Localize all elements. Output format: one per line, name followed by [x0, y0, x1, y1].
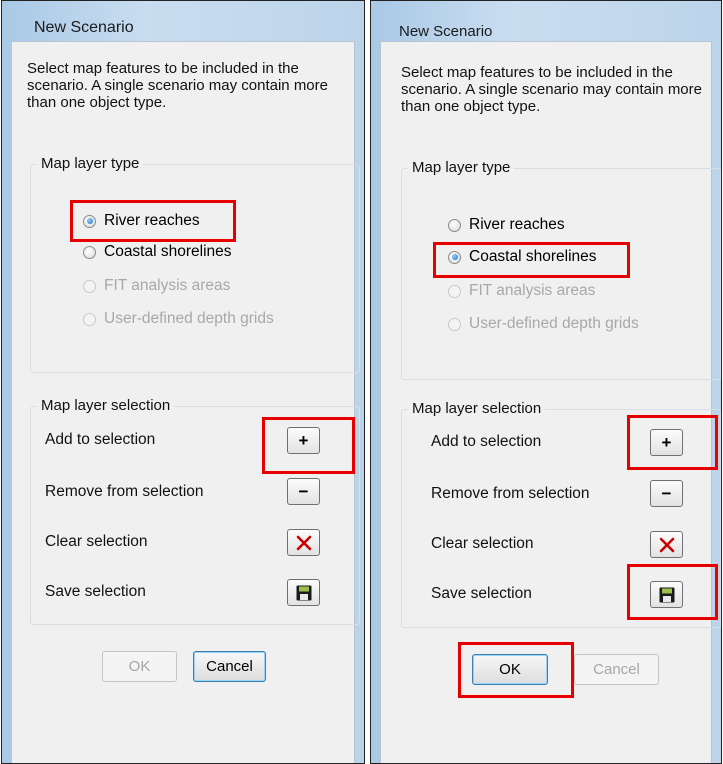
radio-label: FIT analysis areas	[104, 277, 231, 294]
highlight-box	[433, 242, 630, 278]
remove-from-selection-button[interactable]: −	[287, 478, 320, 505]
group-title: Map layer selection	[37, 397, 175, 414]
radio-label: Coastal shorelines	[104, 243, 232, 260]
clear-selection-button[interactable]	[650, 531, 683, 558]
highlight-box	[627, 564, 718, 620]
radio-button-icon	[83, 312, 96, 326]
cancel-label: Cancel	[206, 658, 253, 675]
clear-selection-label: Clear selection	[431, 535, 534, 552]
red-x-icon	[659, 537, 674, 552]
group-title: Map layer type	[408, 159, 515, 176]
minus-icon: −	[298, 482, 309, 501]
save-selection-button[interactable]	[287, 579, 320, 606]
title-bar[interactable]: New Scenario	[2, 1, 364, 41]
dialog-left: New Scenario Select map features to be i…	[1, 0, 365, 764]
group-title: Map layer type	[37, 155, 144, 172]
radio-fit-analysis-areas[interactable]: FIT analysis areas	[83, 275, 230, 297]
radio-button-icon	[448, 218, 461, 232]
clear-selection-label: Clear selection	[45, 533, 148, 550]
radio-button-icon	[448, 317, 461, 331]
group-title: Map layer selection	[408, 400, 546, 417]
highlight-box	[627, 415, 718, 470]
add-to-selection-label: Add to selection	[431, 433, 542, 450]
radio-coastal-shorelines[interactable]: Coastal shorelines	[83, 241, 232, 263]
dialog-title: New Scenario	[34, 19, 134, 36]
radio-button-icon	[83, 279, 96, 293]
radio-button-icon	[83, 245, 96, 259]
remove-from-selection-label: Remove from selection	[431, 485, 590, 502]
map-layer-type-group: Map layer type	[30, 155, 360, 373]
radio-label: User-defined depth grids	[104, 310, 274, 327]
cancel-label: Cancel	[593, 661, 640, 678]
cancel-button[interactable]: Cancel	[574, 654, 659, 685]
radio-user-defined-depth-grids[interactable]: User-defined depth grids	[83, 308, 274, 330]
radio-fit-analysis-areas[interactable]: FIT analysis areas	[448, 280, 595, 302]
red-x-icon	[296, 535, 311, 550]
ok-label: OK	[128, 658, 151, 675]
dialog-title: New Scenario	[399, 23, 493, 40]
radio-label: River reaches	[469, 216, 565, 233]
radio-river-reaches[interactable]: River reaches	[448, 214, 565, 236]
highlight-box	[262, 417, 355, 474]
clear-selection-button[interactable]	[287, 529, 320, 556]
cancel-button[interactable]: Cancel	[193, 651, 266, 682]
radio-user-defined-depth-grids[interactable]: User-defined depth grids	[448, 313, 639, 335]
remove-from-selection-label: Remove from selection	[45, 483, 204, 500]
floppy-disk-icon	[296, 585, 311, 600]
dialog-body: Select map features to be included in th…	[11, 41, 360, 763]
title-bar[interactable]: New Scenario	[371, 1, 721, 41]
radio-label: FIT analysis areas	[469, 282, 596, 299]
minus-icon: −	[661, 484, 672, 503]
description-text: Select map features to be included in th…	[27, 60, 328, 111]
remove-from-selection-button[interactable]: −	[650, 480, 683, 507]
highlight-box	[458, 642, 574, 698]
save-selection-label: Save selection	[431, 585, 532, 602]
radio-button-icon	[448, 284, 461, 298]
description-text: Select map features to be included in th…	[401, 64, 702, 115]
save-selection-label: Save selection	[45, 583, 146, 600]
highlight-box	[70, 200, 236, 242]
add-to-selection-label: Add to selection	[45, 431, 156, 448]
ok-button[interactable]: OK	[102, 651, 177, 682]
radio-label: User-defined depth grids	[469, 315, 639, 332]
